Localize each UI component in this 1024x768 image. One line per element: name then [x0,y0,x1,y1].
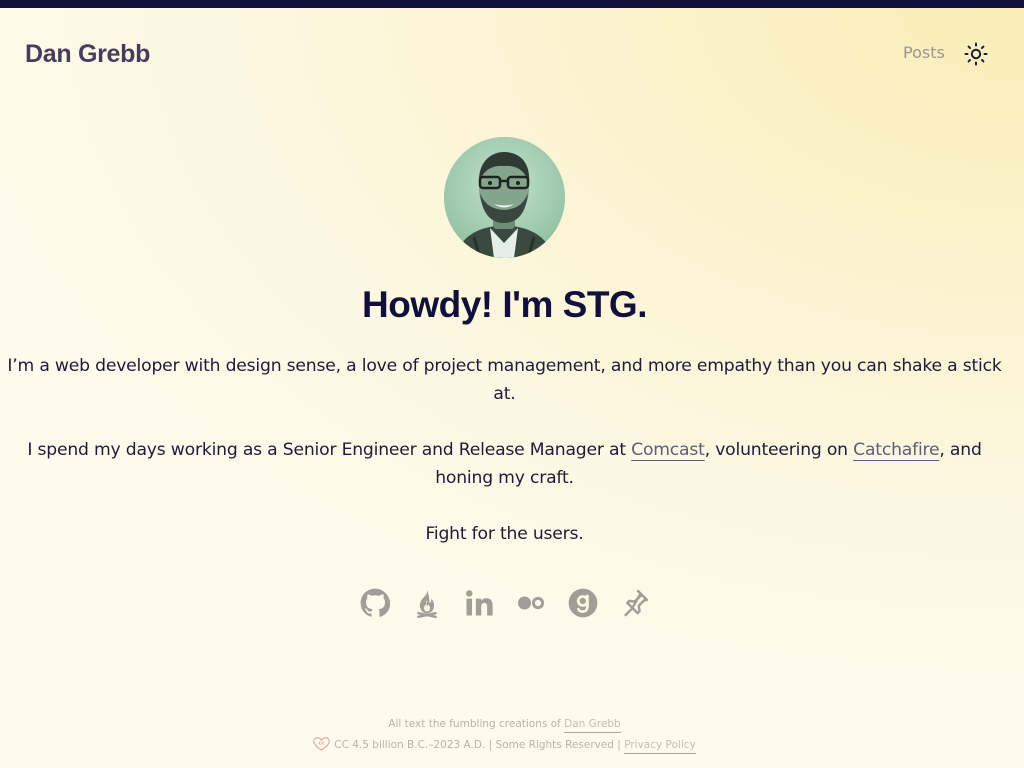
intro-paragraph: I’m a web developer with design sense, a… [7,356,1002,404]
privacy-policy-link[interactable]: Privacy Policy [624,739,696,754]
pinboard-icon [624,589,649,617]
catchafire-link[interactable]: Catchafire [853,440,939,460]
comcast-link[interactable]: Comcast [631,440,705,460]
avatar-photo [444,137,565,258]
footer-credits: All text the fumbling creations of Dan G… [0,717,1009,733]
work-text-middle: , volunteering on [704,440,854,460]
footer-author-link[interactable]: Dan Grebb [564,718,621,733]
top-accent-bar [0,0,1024,8]
nav-link-posts[interactable]: Posts [903,42,945,64]
avatar [444,137,565,258]
page-headline: Howdy! I'm STG. [362,284,647,325]
site-title-link[interactable]: Dan Grebb [25,38,150,70]
motto-paragraph: Fight for the users. [425,524,584,544]
sun-icon [964,42,988,66]
goodreads-link[interactable] [568,588,598,618]
footer-license: cc CC 4.5 billion B.C.–2023 A.D. | Some … [0,737,1009,755]
campfire-icon [417,589,437,618]
pinboard-link[interactable] [620,588,650,618]
svg-text:cc: cc [319,741,325,747]
work-text-before: I spend my days working as a Senior Engi… [27,440,632,460]
flickr-link[interactable] [516,588,546,618]
github-icon [360,588,390,617]
creative-commons-heart-icon: cc [313,737,331,755]
theme-toggle-button[interactable] [964,42,988,66]
goodreads-icon [568,588,598,618]
linkedin-icon [466,590,493,616]
github-link[interactable] [360,588,390,618]
flickr-icon [518,596,545,610]
footer-license-text: CC 4.5 billion B.C.–2023 A.D. | Some Rig… [334,739,625,751]
campfire-link[interactable] [412,588,442,618]
work-paragraph: I spend my days working as a Senior Engi… [0,436,1009,492]
footer-credits-text: All text the fumbling creations of [388,718,565,730]
linkedin-link[interactable] [464,588,494,618]
